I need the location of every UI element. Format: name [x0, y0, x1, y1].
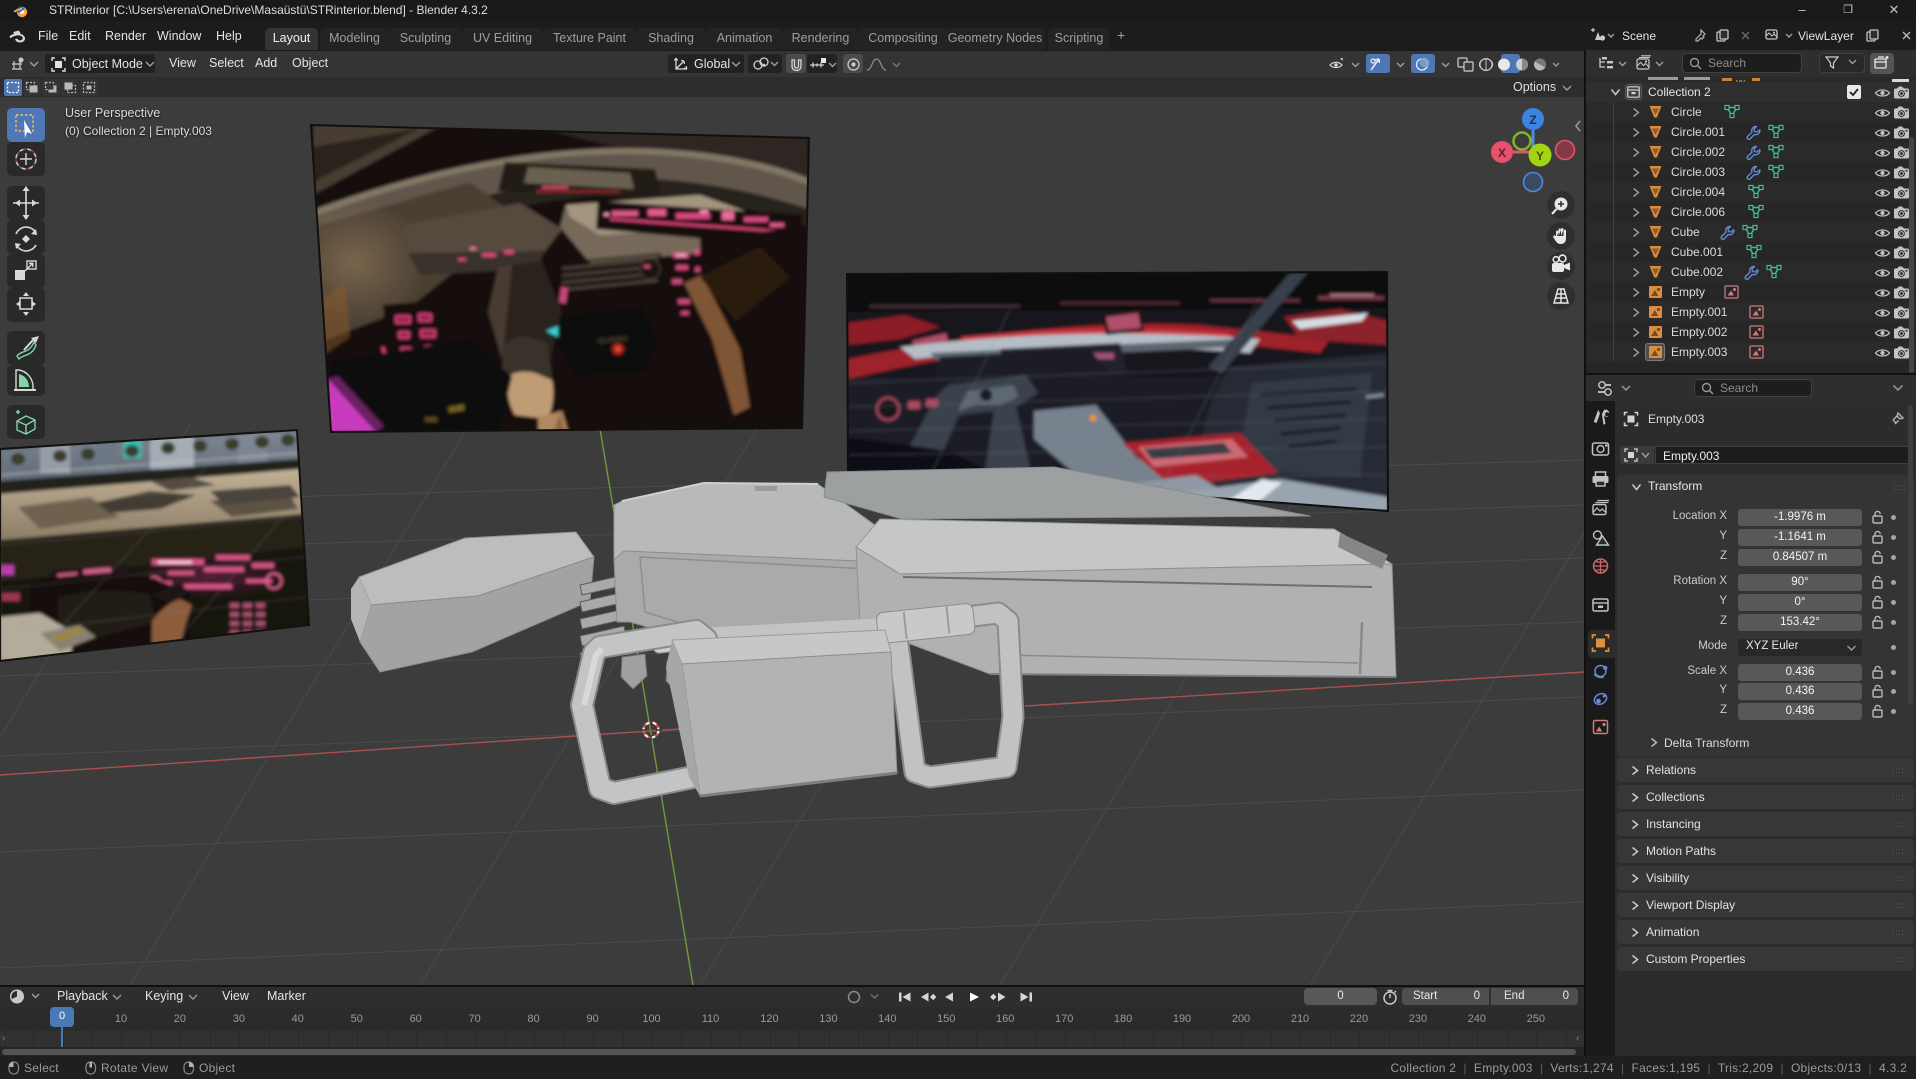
- svg-text:X: X: [1498, 146, 1506, 160]
- svg-text:Z: Z: [1529, 113, 1536, 127]
- svg-text:Y: Y: [1536, 149, 1544, 163]
